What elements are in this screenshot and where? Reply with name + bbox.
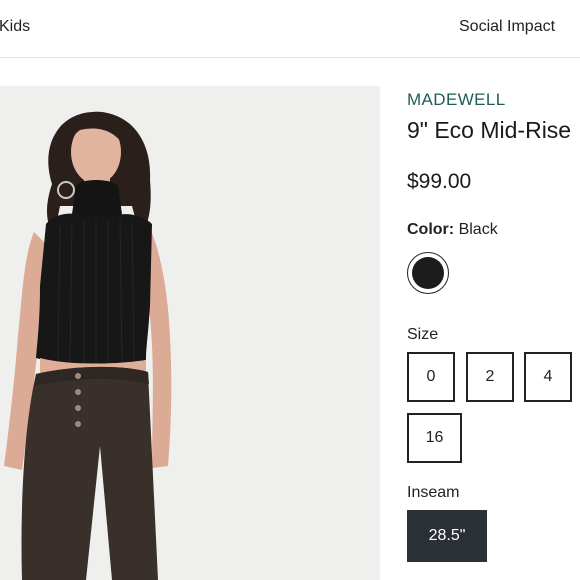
size-option-0[interactable]: 0	[407, 352, 455, 402]
color-value: Black	[458, 221, 498, 238]
model-illustration	[0, 86, 380, 580]
top-navigation: Kids Social Impact	[0, 0, 580, 58]
size-option-16[interactable]: 16	[407, 413, 462, 463]
product-image[interactable]	[0, 86, 380, 580]
nav-link-social-impact[interactable]: Social Impact	[459, 18, 555, 36]
inseam-label: Inseam	[407, 484, 460, 501]
product-brand[interactable]: MADEWELL	[407, 90, 506, 110]
size-label: Size	[407, 326, 439, 343]
product-price: $99.00	[407, 170, 472, 193]
product-title: 9" Eco Mid-Rise	[407, 117, 572, 143]
color-label: Color:	[407, 221, 455, 238]
inseam-option-28-5[interactable]: 28.5"	[407, 510, 487, 562]
size-option-2[interactable]: 2	[466, 352, 514, 402]
color-selection-label: Color: Black	[407, 221, 498, 239]
size-option-4[interactable]: 4	[524, 352, 572, 402]
color-swatch-black[interactable]	[407, 252, 449, 294]
swatch-fill	[412, 257, 444, 289]
nav-link-kids[interactable]: Kids	[0, 18, 30, 36]
